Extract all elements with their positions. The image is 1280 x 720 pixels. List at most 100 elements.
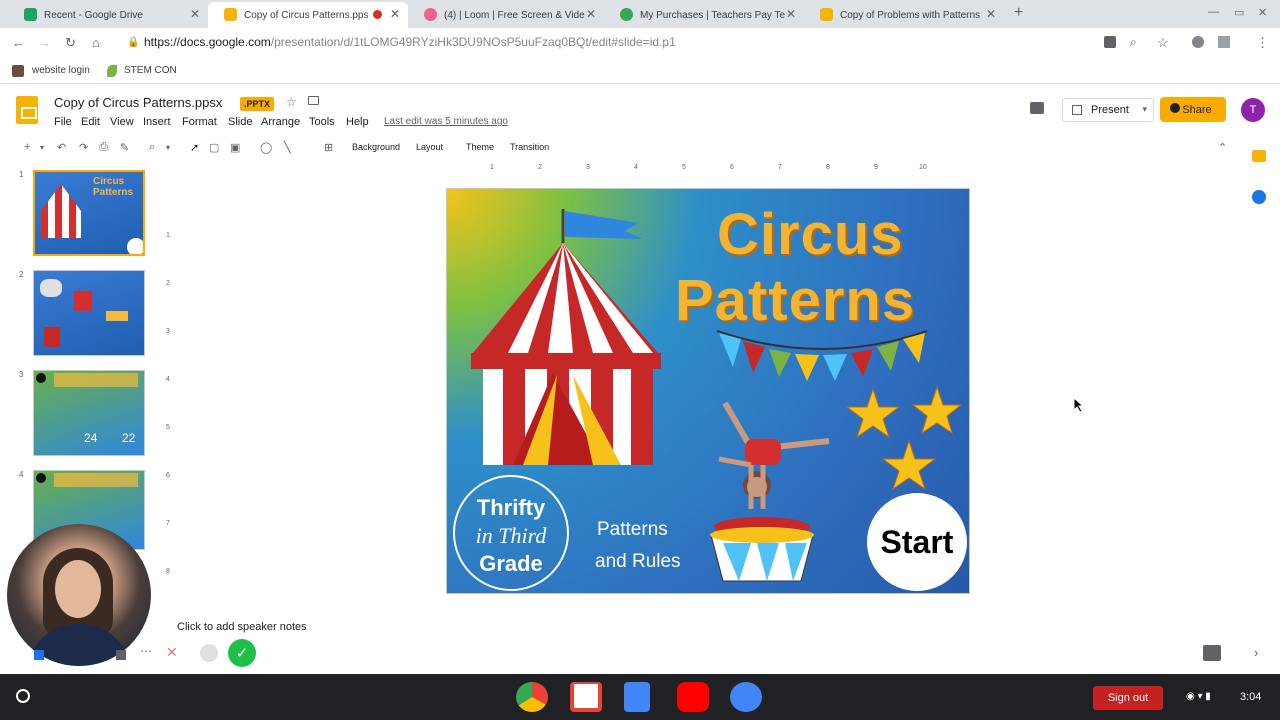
menu-tools[interactable]: Tools — [309, 116, 335, 128]
minimize-icon[interactable]: — — [1208, 6, 1219, 18]
last-edit-link[interactable]: Last edit was 5 minutes ago — [384, 116, 508, 127]
start-button[interactable]: Start — [867, 493, 967, 591]
tab-teachers-pay-teachers[interactable]: My Purchases | Teachers Pay Te ✕ — [604, 2, 804, 28]
home-icon[interactable]: ⌂ — [92, 35, 100, 50]
print-icon[interactable]: ⎙ — [99, 141, 108, 154]
extension-icon[interactable] — [1192, 36, 1204, 48]
slide-thumbnail-3[interactable]: 24 22 — [33, 370, 145, 456]
share-label: Share — [1182, 103, 1212, 116]
close-tab-icon[interactable]: ✕ — [586, 7, 596, 21]
menu-insert[interactable]: Insert — [143, 116, 171, 128]
current-slide[interactable]: Circus Patterns Thrifty in Third Grade P… — [446, 188, 970, 594]
tab-problems-with-patterns[interactable]: Copy of Problems with Patterns ✕ — [804, 2, 1004, 28]
cancel-recording-icon[interactable]: ✕ — [166, 644, 178, 661]
bookmark-star-icon[interactable]: ☆ — [1157, 35, 1169, 51]
paint-format-icon[interactable]: ✎ — [120, 141, 129, 154]
menu-kebab-icon[interactable]: ⋮ — [1256, 35, 1269, 51]
close-tab-icon[interactable]: ✕ — [986, 7, 996, 21]
gmail-app-icon[interactable] — [570, 682, 602, 712]
chevron-down-icon[interactable]: ▾ — [1142, 104, 1147, 115]
extension-icon[interactable] — [1218, 36, 1230, 48]
slide-thumbnail-1[interactable]: Circus Patterns — [33, 170, 145, 256]
explore-icon[interactable] — [1203, 645, 1221, 661]
maximize-icon[interactable]: ▭ — [1234, 6, 1244, 19]
collapse-toolbar-icon[interactable]: ⌃ — [1218, 141, 1227, 154]
share-button[interactable]: Share — [1160, 97, 1226, 122]
speaker-notes-field[interactable]: Click to add speaker notes — [177, 621, 307, 633]
tab-google-drive[interactable]: Recent - Google Drive ✕ — [8, 2, 208, 28]
launcher-icon[interactable] — [16, 689, 30, 703]
close-tab-icon[interactable]: ✕ — [390, 7, 400, 21]
select-cursor-icon[interactable]: ➚ — [190, 141, 199, 154]
forward-icon[interactable]: → — [38, 35, 51, 50]
slide-thumbnail-2[interactable] — [33, 270, 145, 356]
tab-circus-patterns[interactable]: Copy of Circus Patterns.pps ✕ — [208, 2, 408, 28]
chevron-down-icon[interactable]: ▾ — [166, 143, 170, 152]
chevron-right-icon[interactable]: › — [1254, 645, 1258, 660]
tab-loom[interactable]: (4) | Loom | Free Screen & Vide ✕ — [408, 2, 604, 28]
folder-icon[interactable] — [308, 96, 319, 105]
camera-icon[interactable] — [1104, 36, 1116, 48]
back-icon[interactable]: ← — [12, 35, 25, 50]
redo-icon[interactable]: ↷ — [79, 141, 88, 154]
avatar[interactable]: T — [1241, 98, 1265, 122]
clock[interactable]: 3:04 — [1240, 691, 1261, 703]
new-slide-icon[interactable]: + — [24, 141, 30, 153]
ruler-tick: 8 — [166, 568, 170, 575]
shape-icon[interactable]: ◯ — [260, 141, 272, 154]
ruler-tick: 7 — [166, 520, 170, 527]
comment-history-icon[interactable] — [1030, 102, 1044, 114]
close-tab-icon[interactable]: ✕ — [190, 7, 200, 21]
menu-format[interactable]: Format — [182, 116, 217, 128]
zoom-icon[interactable]: ⌕ — [149, 141, 155, 154]
text-box-icon[interactable]: ▢ — [209, 141, 219, 154]
menu-edit[interactable]: Edit — [81, 116, 100, 128]
number-badge — [36, 373, 46, 383]
keep-icon[interactable] — [1252, 150, 1266, 162]
new-tab-button[interactable]: + — [1014, 4, 1023, 22]
undo-icon[interactable]: ↶ — [57, 141, 66, 154]
docs-app-icon[interactable] — [624, 682, 650, 712]
theme-button[interactable]: Theme — [466, 142, 494, 152]
close-window-icon[interactable]: ✕ — [1258, 6, 1267, 19]
bookmark-website-login[interactable]: website login — [32, 65, 90, 76]
menu-view[interactable]: View — [110, 116, 134, 128]
pause-recording-icon[interactable] — [200, 644, 218, 662]
transition-button[interactable]: Transition — [510, 142, 549, 152]
menu-arrange[interactable]: Arrange — [261, 116, 300, 128]
zoom-icon[interactable]: ⌕ — [1130, 35, 1137, 50]
files-app-icon[interactable] — [730, 682, 762, 712]
layout-button[interactable]: Layout — [416, 142, 443, 152]
status-tray-icons[interactable]: ◉ ▾ ▮ — [1186, 691, 1211, 702]
image-icon[interactable]: ▣ — [230, 141, 240, 154]
apps-grid-icon[interactable] — [116, 650, 126, 660]
chrome-app-icon[interactable] — [516, 682, 548, 712]
bookmark-stem-con[interactable]: STEM CON — [124, 65, 177, 76]
answer-choice: 24 — [84, 431, 98, 445]
chevron-down-icon[interactable]: ▾ — [40, 143, 44, 152]
present-button[interactable]: Present ▾ — [1062, 98, 1154, 122]
finish-recording-icon[interactable]: ✓ — [228, 639, 256, 667]
menu-help[interactable]: Help — [346, 116, 369, 128]
slides-logo-icon[interactable] — [16, 96, 38, 124]
background-button[interactable]: Background — [352, 142, 400, 152]
address-bar[interactable]: https://docs.google.com/presentation/d/1… — [144, 35, 676, 49]
grid-icon[interactable] — [34, 650, 44, 660]
line-icon[interactable]: ╲ — [284, 141, 291, 154]
document-title[interactable]: Copy of Circus Patterns.ppsx — [54, 95, 222, 110]
menu-slide[interactable]: Slide — [228, 116, 252, 128]
youtube-app-icon[interactable] — [677, 682, 709, 712]
tasks-icon[interactable] — [1252, 190, 1266, 204]
comment-add-icon[interactable]: ⊞ — [324, 141, 333, 154]
logo-line-2: in Third — [475, 523, 547, 548]
star-icon[interactable]: ☆ — [286, 95, 297, 109]
webcam-bubble[interactable] — [7, 524, 151, 666]
menu-file[interactable]: File — [54, 116, 72, 128]
lock-icon: 🔒 — [127, 37, 140, 48]
more-options-icon[interactable]: ⋯ — [140, 644, 152, 658]
bookmarks-bar: website login STEM CON — [0, 58, 1280, 84]
sign-out-button[interactable]: Sign out — [1093, 686, 1163, 710]
reload-icon[interactable]: ↻ — [65, 35, 76, 51]
number-badge — [36, 473, 46, 483]
close-tab-icon[interactable]: ✕ — [786, 7, 796, 21]
